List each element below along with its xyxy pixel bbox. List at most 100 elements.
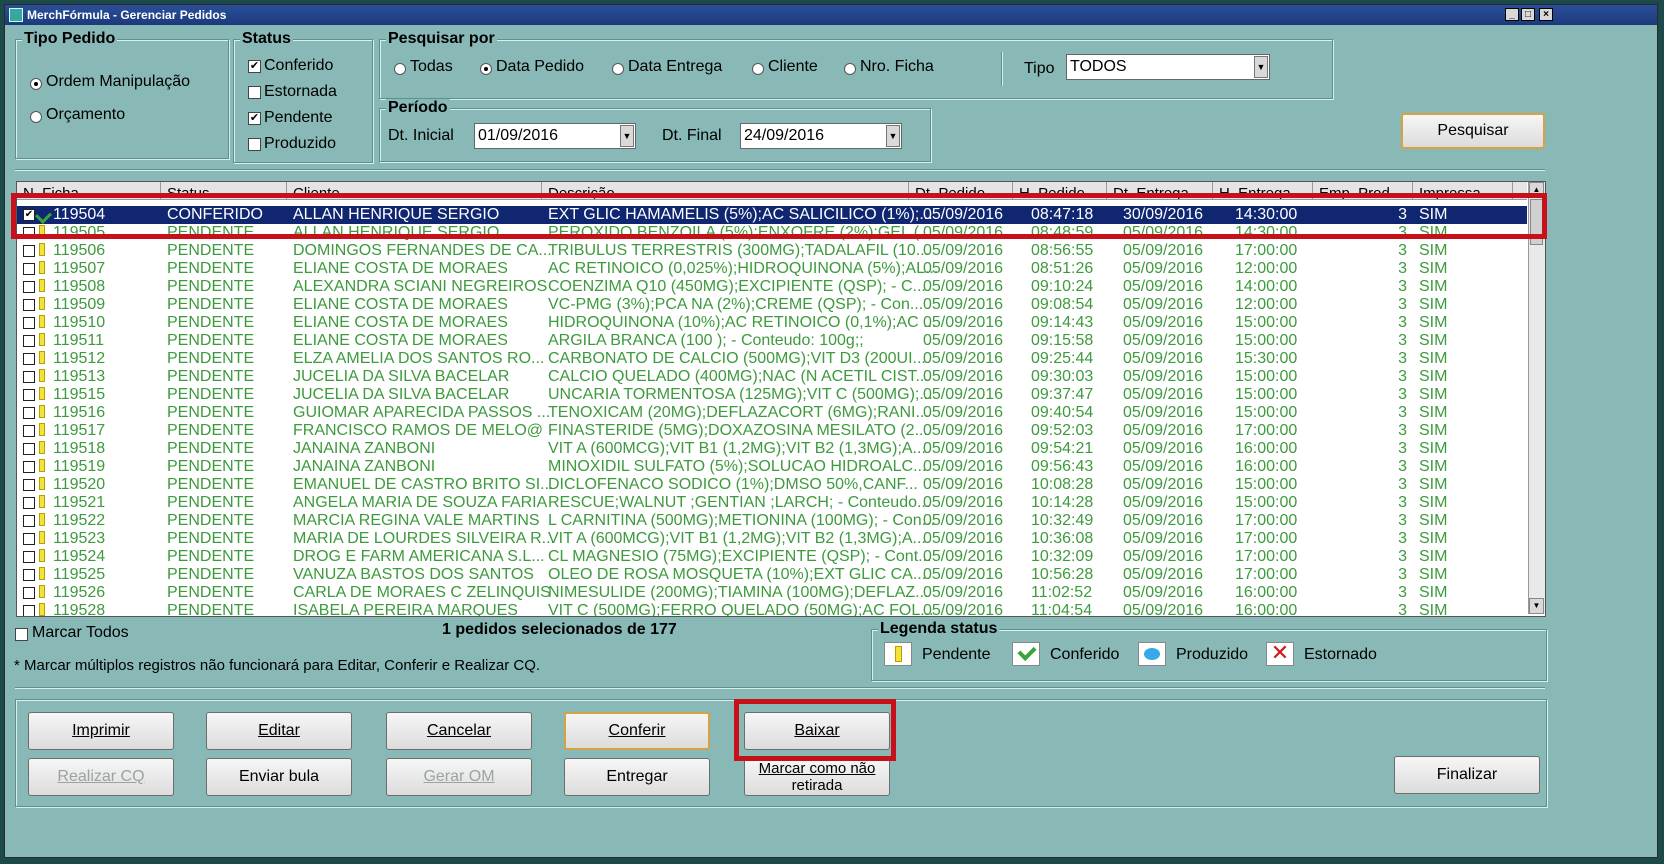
table-row[interactable]: 119508 PENDENTE ALEXANDRA SCIANI NEGREIROS… bbox=[17, 278, 1527, 296]
table-cell: SIM bbox=[1419, 494, 1448, 511]
radio-data-pedido[interactable] bbox=[480, 63, 492, 75]
table-row[interactable]: 119524 PENDENTE DROG E FARM AMERICANA S.L.… bbox=[17, 548, 1527, 566]
scroll-down-icon[interactable]: ▼ bbox=[1529, 598, 1544, 614]
table-row[interactable]: 119520 PENDENTE EMANUEL DE CASTRO BRITO SI… bbox=[17, 476, 1527, 494]
row-checkbox[interactable] bbox=[23, 335, 35, 347]
table-row[interactable]: 119507 PENDENTE ELIANE COSTA DE MORAES AC R… bbox=[17, 260, 1527, 278]
table-cell: 10:32:09 bbox=[1031, 548, 1094, 565]
row-checkbox[interactable] bbox=[23, 479, 35, 491]
table-cell: PENDENTE bbox=[167, 548, 255, 565]
vertical-scrollbar[interactable]: ▲ ▼ bbox=[1528, 182, 1545, 614]
table-row[interactable]: 119512 PENDENTE ELZA AMELIA DOS SANTOS RO.… bbox=[17, 350, 1527, 368]
table-cell: 05/09/2016 bbox=[923, 314, 1004, 331]
table-cell: 05/09/2016 bbox=[1123, 386, 1204, 403]
pendente-status-icon bbox=[39, 531, 45, 544]
row-checkbox[interactable] bbox=[23, 587, 35, 599]
table-row[interactable]: 119525 PENDENTE VANUZA BASTOS DOS SANTOS OL… bbox=[17, 566, 1527, 584]
table-cell: 09:40:54 bbox=[1031, 404, 1094, 421]
divider bbox=[1001, 52, 1003, 86]
tipo-select[interactable]: TODOS ▼ bbox=[1066, 54, 1270, 80]
table-row[interactable]: 119519 PENDENTE JANAINA ZANBONI MINOXIDIL S… bbox=[17, 458, 1527, 476]
table-cell: 3 bbox=[1398, 584, 1407, 601]
checkbox-marcar-todos[interactable] bbox=[15, 628, 28, 641]
row-checkbox[interactable] bbox=[23, 425, 35, 437]
calendar-dropdown-icon[interactable]: ▼ bbox=[886, 125, 900, 147]
marcar-nao-retirada-button[interactable]: Marcar como não retirada bbox=[744, 758, 890, 796]
realizar-cq-button[interactable]: Realizar CQ bbox=[28, 758, 174, 796]
table-row[interactable]: 119513 PENDENTE JUCELIA DA SILVA BACELAR CA… bbox=[17, 368, 1527, 386]
radio-cliente[interactable] bbox=[752, 63, 764, 75]
close-button[interactable]: × bbox=[1539, 8, 1553, 21]
table-row[interactable]: 119509 PENDENTE ELIANE COSTA DE MORAES VC-P… bbox=[17, 296, 1527, 314]
estornada-label: Estornada bbox=[264, 83, 337, 100]
table-row[interactable]: 119516 PENDENTE GUIOMAR APARECIDA PASSOS .… bbox=[17, 404, 1527, 422]
conferir-label: Conferir bbox=[608, 722, 666, 739]
table-row[interactable]: 119521 PENDENTE ANGELA MARIA DE SOUZA FARI… bbox=[17, 494, 1527, 512]
row-checkbox[interactable] bbox=[23, 245, 35, 257]
table-cell: 05/09/2016 bbox=[1123, 314, 1204, 331]
table-row[interactable]: 119526 PENDENTE CARLA DE MORAES C ZELINQUI… bbox=[17, 584, 1527, 602]
row-checkbox[interactable] bbox=[23, 371, 35, 383]
checkbox-estornada[interactable] bbox=[248, 86, 261, 99]
imprimir-label: Imprimir bbox=[72, 722, 130, 739]
imprimir-button[interactable]: Imprimir bbox=[28, 712, 174, 750]
table-cell: PENDENTE bbox=[167, 422, 255, 439]
dt-inicial-field[interactable]: 01/09/2016 ▼ bbox=[474, 123, 636, 149]
row-checkbox[interactable] bbox=[23, 461, 35, 473]
table-row[interactable]: 119506 PENDENTE DOMINGOS FERNANDES DE CA..… bbox=[17, 242, 1527, 260]
row-checkbox[interactable] bbox=[23, 353, 35, 365]
row-checkbox[interactable] bbox=[23, 605, 35, 616]
table-cell: PENDENTE bbox=[167, 332, 255, 349]
table-cell: 119515 bbox=[53, 386, 106, 403]
pesquisar-button[interactable]: Pesquisar bbox=[1401, 113, 1545, 149]
table-row[interactable]: 119523 PENDENTE MARIA DE LOURDES SILVEIRA … bbox=[17, 530, 1527, 548]
enviar-bula-button[interactable]: Enviar bula bbox=[206, 758, 352, 796]
row-checkbox[interactable] bbox=[23, 389, 35, 401]
conferir-button[interactable]: Conferir bbox=[564, 712, 710, 750]
maximize-button[interactable]: □ bbox=[1521, 8, 1535, 21]
row-checkbox[interactable] bbox=[23, 551, 35, 563]
checkbox-produzido[interactable] bbox=[248, 138, 261, 151]
row-checkbox[interactable] bbox=[23, 515, 35, 527]
row-checkbox[interactable] bbox=[23, 407, 35, 419]
checkbox-conferido[interactable]: ✔ bbox=[248, 60, 261, 73]
cancelar-button[interactable]: Cancelar bbox=[386, 712, 532, 750]
finalizar-button[interactable]: Finalizar bbox=[1394, 756, 1540, 794]
table-cell: VIT A (600MCG);VIT B1 (1,2MG);VIT B2 (1,… bbox=[548, 530, 926, 547]
table-row[interactable]: 119510 PENDENTE ELIANE COSTA DE MORAES HIDR… bbox=[17, 314, 1527, 332]
radio-todas[interactable] bbox=[394, 63, 406, 75]
row-checkbox[interactable] bbox=[23, 263, 35, 275]
row-checkbox[interactable] bbox=[23, 533, 35, 545]
table-row[interactable]: 119517 PENDENTE FRANCISCO RAMOS DE MELO@ FI… bbox=[17, 422, 1527, 440]
row-checkbox[interactable] bbox=[23, 317, 35, 329]
table-row[interactable]: 119515 PENDENTE JUCELIA DA SILVA BACELAR UN… bbox=[17, 386, 1527, 404]
table-cell: SIM bbox=[1419, 350, 1448, 367]
checkbox-pendente[interactable]: ✔ bbox=[248, 112, 261, 125]
table-cell: 3 bbox=[1398, 422, 1407, 439]
table-row[interactable]: 119528 PENDENTE ISABELA PEREIRA MARQUES VIT… bbox=[17, 602, 1527, 616]
row-checkbox[interactable] bbox=[23, 299, 35, 311]
radio-nro-ficha[interactable] bbox=[844, 63, 856, 75]
periodo-group: Período Dt. Inicial 01/09/2016 ▼ Dt. Fin… bbox=[379, 99, 931, 162]
table-row[interactable]: 119511 PENDENTE ELIANE COSTA DE MORAES ARGI… bbox=[17, 332, 1527, 350]
table-cell: 05/09/2016 bbox=[923, 548, 1004, 565]
minimize-button[interactable]: _ bbox=[1505, 8, 1519, 21]
table-cell: 15:00:00 bbox=[1235, 476, 1298, 493]
row-checkbox[interactable] bbox=[23, 281, 35, 293]
row-checkbox[interactable] bbox=[23, 443, 35, 455]
entregar-button[interactable]: Entregar bbox=[564, 758, 710, 796]
calendar-dropdown-icon[interactable]: ▼ bbox=[620, 125, 634, 147]
table-row[interactable]: 119522 PENDENTE MARCIA REGINA VALE MARTINS… bbox=[17, 512, 1527, 530]
radio-ordem-manipulacao[interactable] bbox=[30, 78, 42, 90]
row-checkbox[interactable] bbox=[23, 497, 35, 509]
chevron-down-icon[interactable]: ▼ bbox=[1254, 56, 1268, 78]
radio-orcamento[interactable] bbox=[30, 111, 42, 123]
row-checkbox[interactable] bbox=[23, 569, 35, 581]
dt-final-field[interactable]: 24/09/2016 ▼ bbox=[740, 123, 902, 149]
table-row[interactable]: 119518 PENDENTE JANAINA ZANBONI VIT A (600M… bbox=[17, 440, 1527, 458]
table-cell: CL MAGNESIO (75MG);EXCIPIENTE (QSP); - C… bbox=[548, 548, 932, 565]
gerar-om-button[interactable]: Gerar OM bbox=[386, 758, 532, 796]
radio-data-entrega[interactable] bbox=[612, 63, 624, 75]
editar-button[interactable]: Editar bbox=[206, 712, 352, 750]
dt-final-value: 24/09/2016 bbox=[744, 127, 825, 144]
